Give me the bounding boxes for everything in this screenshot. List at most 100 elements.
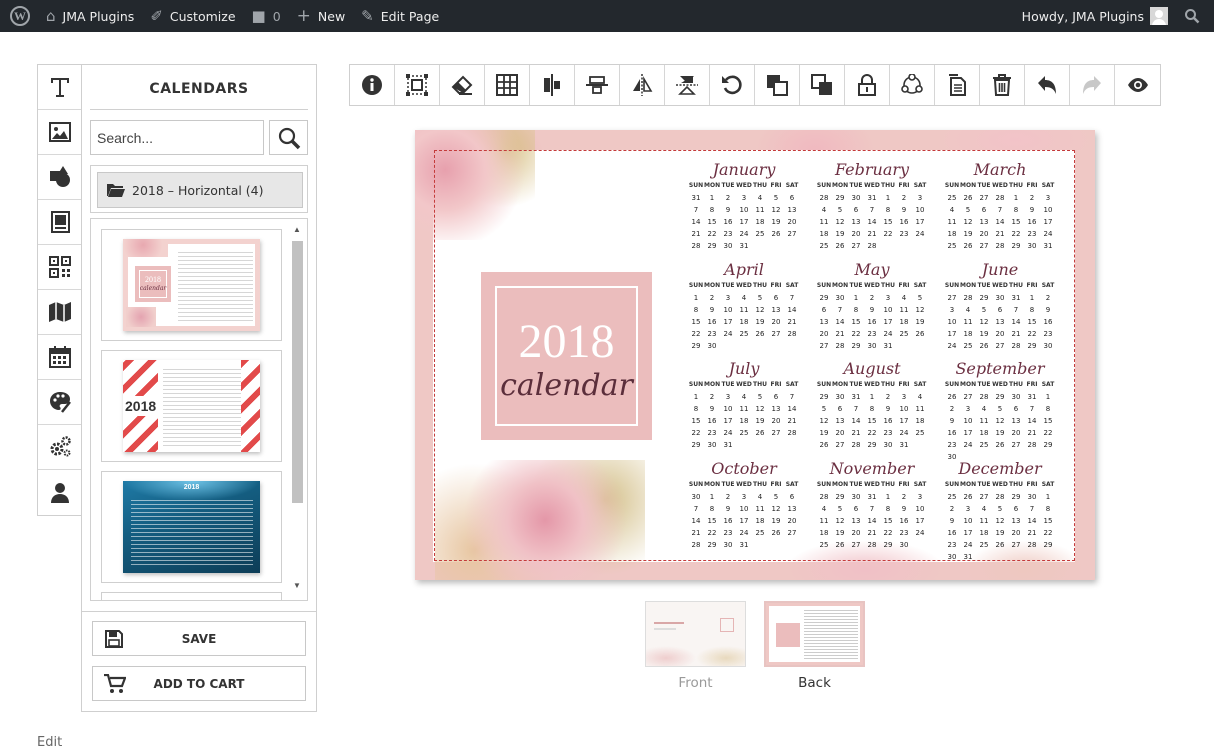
week-row: 25 26 27 28 29 30 [816,539,928,551]
tool-calendar[interactable] [38,335,82,380]
day-cell: 8 [693,306,699,314]
tool-shapes[interactable] [38,155,82,200]
site-name: JMA Plugins [62,8,135,24]
tool-user[interactable] [38,470,82,515]
day-cell: 14 [691,517,701,525]
tool-image[interactable] [38,110,82,155]
page-back-label[interactable]: Back [764,675,865,691]
day-cell: 16 [899,517,909,525]
group-button[interactable] [890,65,935,105]
weekday-label: THU [1009,481,1023,488]
day-cell: 30 [835,393,845,401]
day-cell: 22 [1043,529,1053,537]
send-backward-button[interactable] [800,65,845,105]
day-cell: 6 [789,194,795,202]
site-name-link[interactable]: ⌂ JMA Plugins [38,0,142,32]
year-badge[interactable]: 2018 calendar [481,272,652,440]
day-cell: 30 [723,541,733,549]
template-thumbnail[interactable]: 2018 [101,350,282,462]
day-cell: 24 [1043,230,1053,238]
scroll-down-arrow-icon[interactable]: ▼ [293,581,301,590]
tool-qrcode[interactable] [38,245,82,290]
day-cell: 28 [1027,441,1037,449]
tool-map[interactable] [38,290,82,335]
delete-button[interactable] [980,65,1025,105]
day-cell: 30 [1043,342,1053,350]
tool-settings[interactable] [38,425,82,470]
weekday-label: WED [864,182,880,189]
new-content-link[interactable]: + New [289,0,354,32]
weekday-header: SUN MON TUE WED THU FRI SAT [688,282,800,292]
search-input[interactable] [90,120,264,155]
edit-page-link[interactable]: ✎ Edit Page [353,0,447,32]
day-cell: 8 [1045,505,1051,513]
customize-link[interactable]: ✐ Customize [142,0,243,32]
tool-palette[interactable] [38,380,82,425]
align-center-button[interactable] [530,65,575,105]
day-cell [992,551,1008,563]
weekday-label: SUN [688,182,704,189]
day-cell: 24 [723,429,733,437]
day-cell: 30 [723,242,733,250]
day-cell: 8 [709,505,715,513]
thumb-year: 2018 [183,484,200,491]
comments-link[interactable]: ■ 0 [244,0,289,32]
scroll-up-arrow-icon[interactable]: ▲ [293,225,301,234]
grid-button[interactable] [485,65,530,105]
admin-search-button[interactable] [1176,0,1214,32]
redo-button[interactable] [1070,65,1115,105]
lock-button[interactable] [845,65,890,105]
template-thumbnail[interactable] [101,592,282,600]
month-january: January SUN MON TUE WED THU FRI SAT 31 1 2 3 4 5 6 7 8 9 1… [688,160,800,252]
weekday-label: FRI [770,481,782,488]
wordpress-menu[interactable]: W [0,0,38,32]
bring-forward-button[interactable] [755,65,800,105]
day-cell: 27 [995,342,1005,350]
select-area-button[interactable] [395,65,440,105]
template-thumbnail[interactable]: 2018 [101,471,282,583]
weekday-label: WED [736,282,752,289]
info-button[interactable] [350,65,395,105]
day-cell: 13 [771,306,781,314]
page-back-thumbnail[interactable] [764,601,865,667]
weekday-header: SUN MON TUE WED THU FRI SAT [816,282,928,292]
day-cell: 17 [1043,218,1053,226]
flip-horizontal-button[interactable] [620,65,665,105]
account-menu[interactable]: Howdy, JMA Plugins [1014,0,1176,32]
day-cell [912,539,928,551]
duplicate-button[interactable] [935,65,980,105]
day-cell: 29 [1011,493,1021,501]
day-cell: 24 [739,230,749,238]
undo-button[interactable] [1025,65,1070,105]
align-middle-button[interactable] [575,65,620,105]
day-cell: 25 [819,242,829,250]
day-cell: 25 [739,429,749,437]
page-front-thumbnail[interactable] [645,601,746,667]
page-front-label[interactable]: Front [645,675,746,691]
comment-icon: ■ [251,6,266,25]
tool-text[interactable] [38,65,82,110]
day-cell: 9 [709,405,715,413]
day-cell: 24 [947,342,957,350]
eraser-button[interactable] [440,65,485,105]
day-cell [736,439,752,451]
preview-button[interactable] [1115,65,1160,105]
month-name: February [834,160,910,179]
folder-item[interactable]: 2018 – Horizontal (4) [97,172,303,208]
rotate-button[interactable] [710,65,755,105]
add-to-cart-button[interactable]: ADD TO CART [92,666,306,701]
flip-vertical-button[interactable] [665,65,710,105]
template-thumbnail[interactable]: 2018 calendar [101,229,282,341]
day-cell: 14 [787,306,797,314]
day-cell: 4 [741,393,747,401]
day-cell: 25 [963,342,973,350]
scrollbar-thumb[interactable] [292,241,303,503]
save-button[interactable]: SAVE [92,621,306,656]
design-canvas[interactable]: 2018 calendar January SUN MON TUE WED THU FRI S… [415,130,1095,580]
list-scrollbar[interactable]: ▲ ▼ [291,225,303,595]
month-name: October [711,459,777,478]
search-button[interactable] [269,120,308,155]
tool-photobook[interactable] [38,200,82,245]
day-cell: 17 [739,218,749,226]
day-cell: 24 [883,330,893,338]
